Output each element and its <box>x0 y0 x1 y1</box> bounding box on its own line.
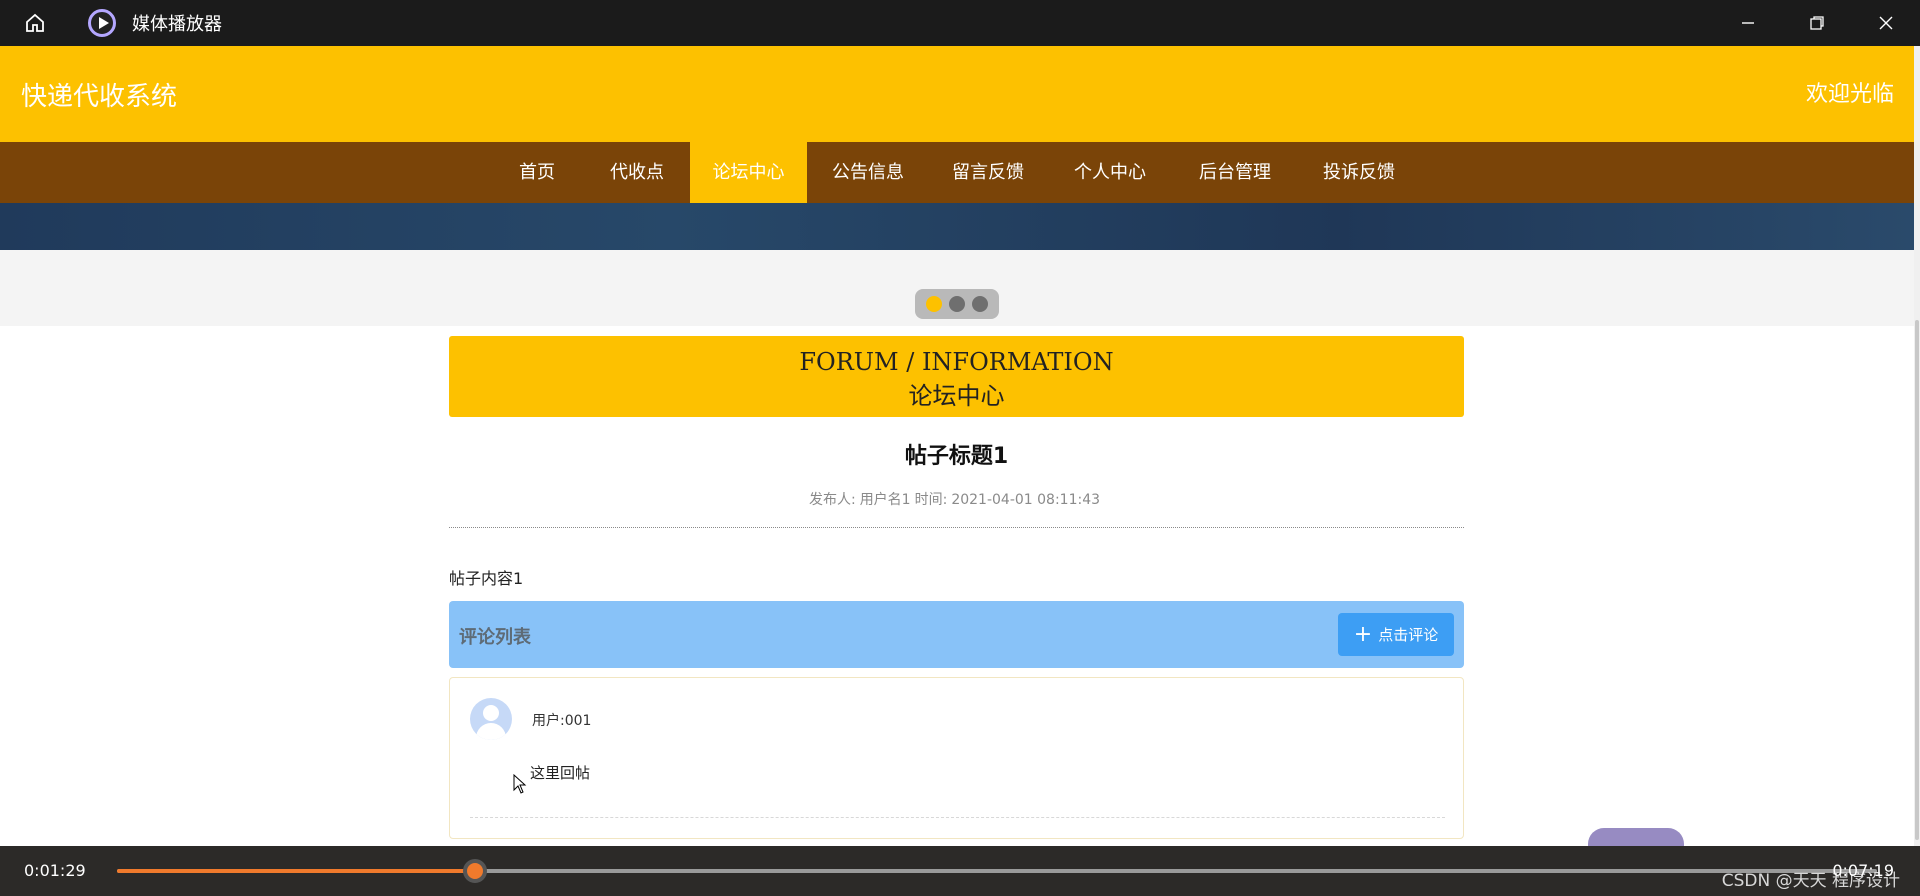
comment-divider <box>470 817 1445 818</box>
scrollbar-thumb[interactable] <box>1915 320 1919 840</box>
forum-section-header: FORUM / INFORMATION 论坛中心 <box>449 336 1464 417</box>
nav-item-forum[interactable]: 论坛中心 <box>690 142 807 203</box>
nav-item-messages[interactable]: 留言反馈 <box>946 142 1030 203</box>
comment-list-title: 评论列表 <box>459 627 531 648</box>
nav-item-home[interactable]: 首页 <box>506 142 568 203</box>
site-header: 快递代收系统 欢迎光临 <box>0 46 1914 142</box>
home-icon <box>26 13 44 32</box>
forum-title-zh: 论坛中心 <box>908 382 1005 410</box>
add-comment-button[interactable]: + 点击评论 <box>1338 613 1454 656</box>
time-label: 时间: <box>914 492 948 508</box>
nav-item-complaints[interactable]: 投诉反馈 <box>1316 142 1402 203</box>
carousel-dot-2[interactable] <box>949 296 965 312</box>
post-content: 帖子内容1 <box>449 569 524 588</box>
seek-bar[interactable] <box>117 859 1877 883</box>
mouse-cursor-icon <box>513 774 527 794</box>
minimize-icon <box>1741 22 1754 24</box>
author-label: 发布人: <box>808 492 856 508</box>
add-comment-label: 点击评论 <box>1378 626 1439 644</box>
carousel-dot-1[interactable] <box>926 296 942 312</box>
nav-item-admin[interactable]: 后台管理 <box>1192 142 1278 203</box>
main-nav: 首页 代收点 论坛中心 公告信息 留言反馈 个人中心 后台管理 投诉反馈 <box>0 142 1914 203</box>
post-title: 帖子标题1 <box>904 444 1009 469</box>
forum-title-en: FORUM / INFORMATION <box>799 348 1114 376</box>
nav-item-announcements[interactable]: 公告信息 <box>826 142 910 203</box>
player-controls: 0:01:29 CSDN @天天 程序设计 0:07:19 <box>0 846 1920 896</box>
post-time: 2021-04-01 08:11:43 <box>951 492 1101 508</box>
divider <box>449 527 1464 528</box>
home-button[interactable] <box>0 0 70 46</box>
post-meta: 发布人: 用户名1 时间: 2021-04-01 08:11:43 <box>449 489 1464 509</box>
media-player-icon <box>88 9 116 37</box>
nav-item-pickup-points[interactable]: 代收点 <box>594 142 680 203</box>
restore-icon <box>1809 16 1824 30</box>
welcome-text: 欢迎光临 <box>1805 82 1894 107</box>
window-title: 媒体播放器 <box>132 14 222 35</box>
comment-user: 用户:001 <box>532 713 592 729</box>
comment-list-header: 评论列表 + 点击评论 <box>449 601 1464 668</box>
window-titlebar: 媒体播放器 <box>0 0 1920 46</box>
restore-button[interactable] <box>1782 0 1851 46</box>
total-time: 0:07:19 <box>1832 861 1894 880</box>
close-button[interactable] <box>1851 0 1920 46</box>
seek-bar-handle[interactable] <box>462 859 487 883</box>
seek-bar-progress <box>117 869 475 873</box>
carousel-indicators <box>915 289 999 319</box>
avatar <box>470 698 512 740</box>
carousel-banner <box>0 203 1914 250</box>
plus-icon: + <box>1353 621 1373 647</box>
minimize-button[interactable] <box>1713 0 1782 46</box>
nav-item-profile[interactable]: 个人中心 <box>1068 142 1152 203</box>
post-author: 用户名1 <box>859 492 911 508</box>
window-controls <box>1713 0 1920 46</box>
close-icon <box>1879 16 1892 30</box>
comment-text: 这里回帖 <box>530 764 591 782</box>
carousel-dot-3[interactable] <box>972 296 988 312</box>
site-title: 快递代收系统 <box>21 82 178 112</box>
current-time: 0:01:29 <box>24 861 86 880</box>
comment-item: 用户:001 这里回帖 <box>449 677 1464 839</box>
